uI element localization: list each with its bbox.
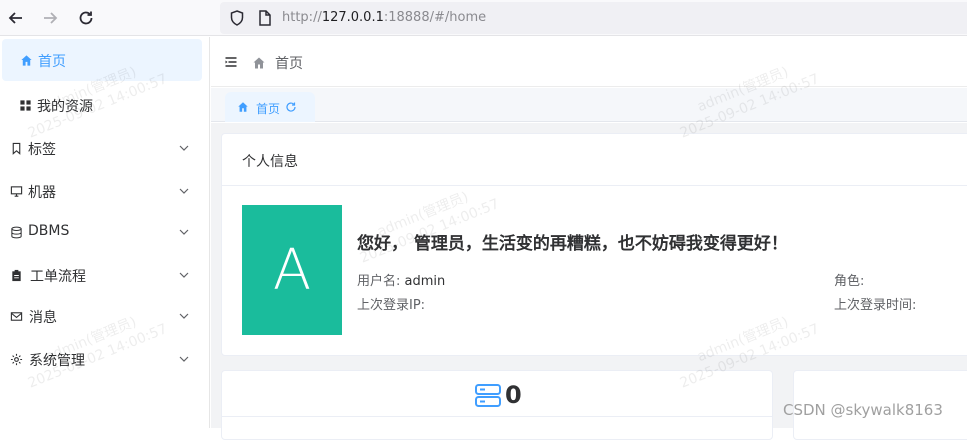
sidebar-item-label: 系统管理 [29, 353, 85, 369]
chevron-down-icon [179, 229, 189, 235]
chevron-down-icon [179, 272, 189, 278]
breadcrumb[interactable]: 首页 [275, 53, 303, 73]
gear-icon [9, 352, 23, 366]
chevron-down-icon [179, 356, 189, 362]
shield-icon[interactable] [228, 9, 246, 27]
chevron-down-icon [179, 188, 189, 194]
sidebar-item-system-admin[interactable]: 系统管理 [2, 338, 202, 380]
sidebar-item-home[interactable]: 首页 [2, 39, 202, 81]
top-header: 首页 [211, 37, 967, 87]
tab-home[interactable]: 首页 [225, 92, 315, 122]
avatar: A [242, 205, 342, 335]
last-ip-label: 上次登录IP: [357, 298, 426, 313]
reload-button[interactable] [74, 6, 98, 30]
username-label: 用户名: [357, 274, 401, 289]
clipboard-icon [9, 268, 23, 282]
role-label: 角色: [834, 274, 865, 289]
stat-count: 0 [505, 381, 522, 409]
sidebar-item-machines[interactable]: 机器 [2, 170, 202, 212]
divider [222, 416, 772, 417]
divider [222, 185, 967, 186]
mail-icon [9, 309, 23, 323]
monitor-icon [9, 184, 23, 198]
username-info: 用户名: admin [357, 270, 445, 289]
stat-card-machines: 0 [221, 370, 773, 440]
main-content: 个人信息 A 您好， 管理员，生活变的再糟糕，也不妨碍我变得更好！ 用户名: a… [211, 123, 967, 440]
tags-bar: 首页 [211, 88, 967, 122]
home-icon [238, 102, 248, 112]
refresh-icon[interactable] [285, 101, 297, 113]
grid-icon [18, 98, 32, 112]
sidebar-item-label: 机器 [28, 185, 56, 201]
sidebar: 首页 我的资源 标签 机器 DBMS 工单流程 消息 系统管理 [0, 37, 210, 428]
page-icon[interactable] [256, 9, 274, 27]
database-icon [9, 225, 23, 239]
bookmark-icon [9, 141, 23, 155]
menu-collapse-icon[interactable] [224, 55, 238, 69]
sidebar-item-dbms[interactable]: DBMS [2, 211, 202, 253]
sidebar-item-label: 首页 [38, 54, 66, 70]
sidebar-item-label: DBMS [28, 223, 70, 239]
server-icon [475, 384, 501, 407]
address-bar[interactable]: http://127.0.0.1:18888/#/home [220, 2, 967, 34]
browser-toolbar: http://127.0.0.1:18888/#/home [0, 0, 967, 36]
profile-card: 个人信息 A 您好， 管理员，生活变的再糟糕，也不妨碍我变得更好！ 用户名: a… [221, 133, 967, 356]
username-value: admin [404, 274, 446, 289]
arrow-right-icon [44, 12, 58, 24]
chevron-down-icon [179, 145, 189, 151]
sidebar-item-label: 消息 [29, 310, 57, 326]
sidebar-item-label: 标签 [28, 142, 56, 158]
url-text: http://127.0.0.1:18888/#/home [282, 10, 486, 25]
home-icon [253, 57, 265, 69]
greeting-text: 您好， 管理员，生活变的再糟糕，也不妨碍我变得更好！ [357, 234, 788, 254]
back-button[interactable] [4, 6, 28, 30]
arrow-left-icon [8, 12, 22, 24]
sidebar-item-label: 工单流程 [30, 269, 86, 285]
url-prefix: http:// [282, 10, 322, 25]
source-watermark: CSDN @skywalk8163 [783, 401, 943, 419]
sidebar-item-tags[interactable]: 标签 [2, 127, 202, 169]
home-icon [19, 53, 33, 67]
sidebar-item-my-resources[interactable]: 我的资源 [2, 84, 202, 126]
url-rest: :18888/#/home [383, 10, 487, 25]
forward-button[interactable] [38, 6, 62, 30]
last-time-label: 上次登录时间: [834, 298, 917, 313]
sidebar-item-workflow[interactable]: 工单流程 [2, 254, 202, 296]
chevron-down-icon [179, 313, 189, 319]
tab-label: 首页 [256, 102, 281, 116]
sidebar-item-label: 我的资源 [37, 99, 93, 115]
url-host: 127.0.0.1 [321, 10, 384, 25]
reload-icon [79, 11, 93, 25]
card-title: 个人信息 [242, 154, 298, 170]
sidebar-item-messages[interactable]: 消息 [2, 295, 202, 337]
